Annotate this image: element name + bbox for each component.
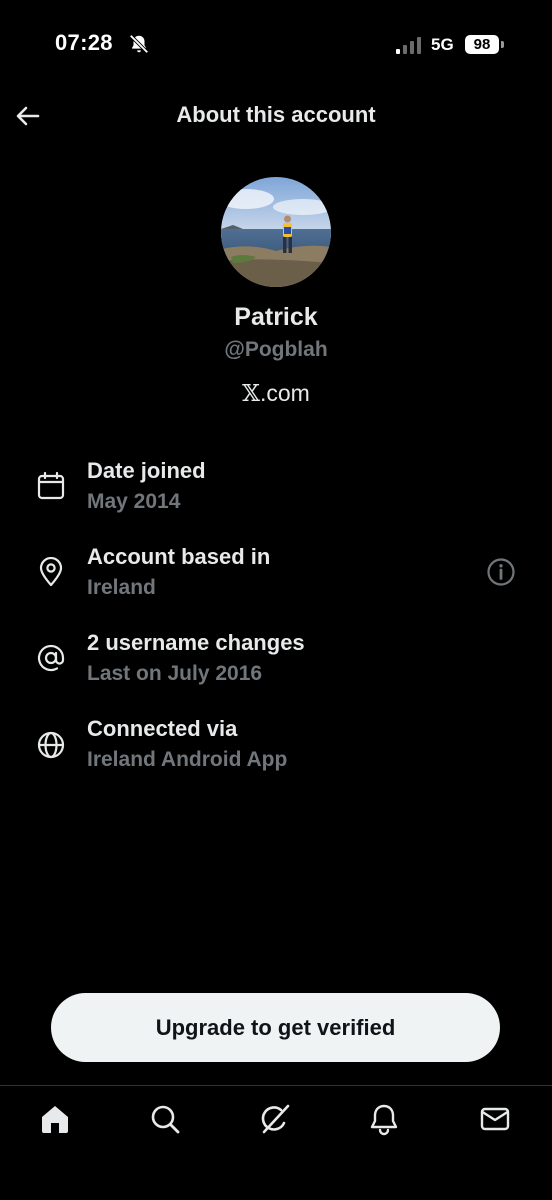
upgrade-to-verified-button[interactable]: Upgrade to get verified bbox=[51, 993, 500, 1062]
x-logo-glyph: 𝕏 bbox=[242, 381, 260, 407]
profile-name: Patrick bbox=[234, 303, 318, 331]
status-time: 07:28 bbox=[55, 30, 113, 55]
notifications-bell-icon[interactable] bbox=[366, 1101, 402, 1137]
bottom-nav-divider bbox=[0, 1085, 552, 1086]
battery-level: 98 bbox=[473, 36, 491, 53]
muted-bell-icon bbox=[129, 34, 149, 54]
page-title: About this account bbox=[176, 102, 376, 127]
avatar[interactable] bbox=[221, 177, 331, 287]
network-type: 5G bbox=[431, 35, 454, 54]
info-title: Connected via bbox=[87, 716, 238, 741]
home-icon[interactable] bbox=[37, 1101, 73, 1137]
profile-handle: @Pogblah bbox=[224, 338, 328, 361]
at-sign-icon bbox=[37, 644, 65, 672]
info-title: 2 username changes bbox=[87, 630, 305, 655]
info-subtitle: Last on July 2016 bbox=[87, 662, 263, 685]
info-subtitle: Ireland Android App bbox=[87, 748, 288, 771]
profile-website-domain: .com bbox=[260, 380, 310, 406]
avatar-photo bbox=[221, 177, 331, 287]
battery-tip bbox=[501, 41, 504, 48]
info-circle-icon[interactable] bbox=[486, 557, 516, 587]
calendar-icon bbox=[37, 471, 65, 500]
globe-icon bbox=[37, 731, 65, 759]
info-subtitle: May 2014 bbox=[87, 490, 181, 513]
search-icon[interactable] bbox=[147, 1101, 183, 1137]
cellular-signal-icon bbox=[396, 37, 421, 54]
info-title: Account based in bbox=[87, 544, 271, 569]
battery-icon: 98 bbox=[465, 35, 499, 54]
grok-icon[interactable] bbox=[257, 1101, 293, 1137]
info-subtitle: Ireland bbox=[87, 576, 156, 599]
info-title: Date joined bbox=[87, 458, 206, 483]
profile-website-link[interactable]: 𝕏.com bbox=[0, 380, 552, 407]
messages-envelope-icon[interactable] bbox=[477, 1101, 513, 1137]
location-pin-icon bbox=[39, 557, 63, 587]
